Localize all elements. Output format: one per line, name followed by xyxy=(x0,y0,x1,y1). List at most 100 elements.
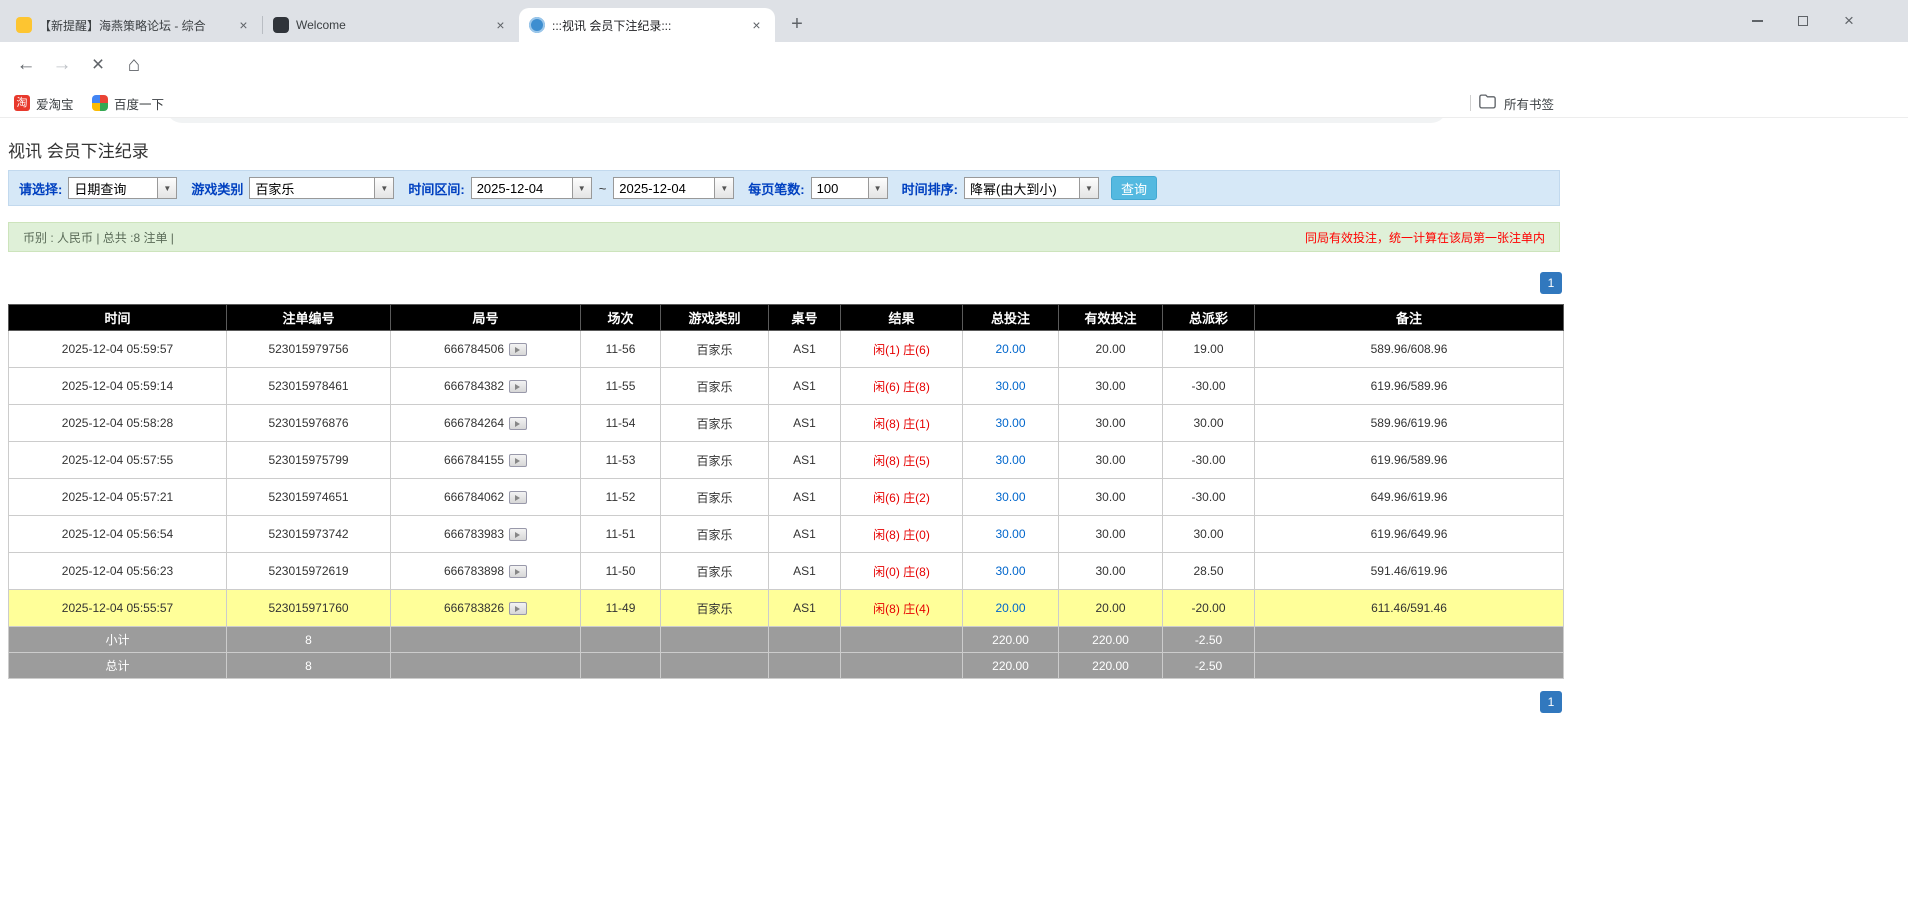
tab-welcome[interactable]: Welcome × xyxy=(263,8,519,42)
replay-video-icon[interactable] xyxy=(509,417,528,431)
cell-result: 闲(0) 庄(8) xyxy=(840,552,963,590)
cell-session: 11-56 xyxy=(580,330,661,368)
cell-bet-id: 523015979756 xyxy=(226,330,391,368)
bookmark-baidu[interactable]: 百度一下 xyxy=(92,88,164,118)
page-number-button-bottom[interactable]: 1 xyxy=(1540,691,1562,713)
result-text: 闲(8) 庄(5) xyxy=(873,453,930,468)
summary-cell xyxy=(580,626,661,653)
chevron-down-icon[interactable]: ▼ xyxy=(158,177,178,199)
round-number: 666783898 xyxy=(443,563,505,578)
cell-result: 闲(8) 庄(5) xyxy=(840,441,963,479)
bookmark-label: 爱淘宝 xyxy=(36,97,74,112)
subtotal-row: 小计 8 220.00 220.00 -2.50 xyxy=(8,626,1564,653)
cell-game-type: 百家乐 xyxy=(660,330,769,368)
summary-cell: 220.00 xyxy=(962,626,1059,653)
bet-row: 2025-12-04 05:57:21 523015974651 666784062… xyxy=(8,478,1564,516)
summary-cell xyxy=(390,626,581,653)
cell-payout: -30.00 xyxy=(1162,367,1255,405)
total-bet-link[interactable]: 30.00 xyxy=(995,490,1025,504)
home-button[interactable]: ⌂ xyxy=(116,47,152,83)
round-number: 666784382 xyxy=(443,378,505,393)
game-type-input[interactable] xyxy=(249,177,376,199)
cell-table-no: AS1 xyxy=(768,441,841,479)
result-text: 闲(0) 庄(8) xyxy=(873,564,930,579)
window-close-button[interactable]: × xyxy=(1826,0,1872,42)
total-bet-link[interactable]: 30.00 xyxy=(995,416,1025,430)
total-bet-link[interactable]: 30.00 xyxy=(995,379,1025,393)
select-type-label: 请选择: xyxy=(19,181,63,197)
window-controls: × xyxy=(1734,0,1872,42)
cell-time: 2025-12-04 05:56:54 xyxy=(8,515,227,553)
tab-title: :::视讯 会员下注纪录::: xyxy=(552,18,672,33)
stop-loading-button[interactable]: × xyxy=(80,47,116,83)
minimize-icon xyxy=(1751,20,1763,22)
new-tab-button[interactable]: + xyxy=(783,11,811,39)
chevron-down-icon[interactable]: ▼ xyxy=(572,177,592,199)
per-page-combobox: ▼ xyxy=(810,177,888,199)
chevron-down-icon[interactable]: ▼ xyxy=(375,177,395,199)
date-start-input[interactable] xyxy=(470,177,573,199)
summary-cell xyxy=(580,652,661,679)
total-bet-link[interactable]: 30.00 xyxy=(995,453,1025,467)
chevron-down-icon[interactable]: ▼ xyxy=(715,177,735,199)
replay-video-icon[interactable] xyxy=(509,454,528,468)
cell-valid-bet: 20.00 xyxy=(1058,589,1163,627)
date-end-input[interactable] xyxy=(613,177,716,199)
table-body: 2025-12-04 05:59:57 523015979756 666784506… xyxy=(8,330,1564,679)
globe-favicon-icon xyxy=(529,17,545,33)
cell-total-bet: 20.00 xyxy=(962,589,1059,627)
page-number-button-top[interactable]: 1 xyxy=(1540,272,1562,294)
total-bet-link[interactable]: 20.00 xyxy=(995,342,1025,356)
tab-close-icon[interactable]: × xyxy=(748,17,765,34)
bet-row: 2025-12-04 05:56:54 523015973742 666783983… xyxy=(8,515,1564,553)
total-bet-link[interactable]: 30.00 xyxy=(995,527,1025,541)
cell-time: 2025-12-04 05:57:55 xyxy=(8,441,227,479)
bookmark-taobao[interactable]: 淘 爱淘宝 xyxy=(14,88,74,118)
result-text: 闲(6) 庄(8) xyxy=(873,379,930,394)
summary-info-bar: 币别 : 人民币 | 总共 :8 注单 | 同局有效投注，统一计算在该局第一张注… xyxy=(8,222,1560,252)
total-bet-link[interactable]: 30.00 xyxy=(995,564,1025,578)
search-button[interactable]: 查询 xyxy=(1110,176,1157,200)
result-text: 闲(6) 庄(2) xyxy=(873,490,930,505)
summary-cell xyxy=(660,626,769,653)
cell-round: 666783898 xyxy=(390,552,581,590)
cell-result: 闲(6) 庄(2) xyxy=(840,478,963,516)
summary-cell: 8 xyxy=(226,652,391,679)
column-header: 桌号 xyxy=(768,304,841,331)
all-bookmarks-button[interactable]: 所有书签 xyxy=(1470,88,1554,118)
chevron-down-icon[interactable]: ▼ xyxy=(868,177,888,199)
replay-video-icon[interactable] xyxy=(509,528,528,542)
replay-video-icon[interactable] xyxy=(509,380,528,394)
summary-cell: 220.00 xyxy=(1058,652,1163,679)
back-button[interactable]: ← xyxy=(8,47,44,83)
cell-time: 2025-12-04 05:59:57 xyxy=(8,330,227,368)
tab-close-icon[interactable]: × xyxy=(235,17,252,34)
replay-video-icon[interactable] xyxy=(509,491,528,505)
tab-forum[interactable]: 【新提醒】海燕策略论坛 - 综合 × xyxy=(6,8,262,42)
cell-round: 666784155 xyxy=(390,441,581,479)
maximize-icon xyxy=(1798,16,1808,26)
cell-session: 11-54 xyxy=(580,404,661,442)
window-maximize-button[interactable] xyxy=(1780,0,1826,42)
replay-video-icon[interactable] xyxy=(509,565,528,579)
per-page-input[interactable] xyxy=(810,177,869,199)
column-header: 总派彩 xyxy=(1162,304,1255,331)
cell-time: 2025-12-04 05:59:14 xyxy=(8,367,227,405)
column-header: 总投注 xyxy=(962,304,1059,331)
window-minimize-button[interactable] xyxy=(1734,0,1780,42)
forward-button[interactable]: → xyxy=(44,47,80,83)
chevron-down-icon[interactable]: ▼ xyxy=(1079,177,1099,199)
cell-table-no: AS1 xyxy=(768,404,841,442)
replay-video-icon[interactable] xyxy=(509,343,528,357)
round-number: 666784506 xyxy=(443,341,505,356)
tab-title: Welcome xyxy=(296,18,346,32)
sort-order-input[interactable] xyxy=(963,177,1080,199)
replay-video-icon[interactable] xyxy=(509,602,528,616)
tab-close-icon[interactable]: × xyxy=(492,17,509,34)
total-bet-link[interactable]: 20.00 xyxy=(995,601,1025,615)
cell-result: 闲(8) 庄(0) xyxy=(840,515,963,553)
valid-bet-note-text: 同局有效投注，统一计算在该局第一张注单内 xyxy=(1304,230,1545,245)
cell-total-bet: 30.00 xyxy=(962,552,1059,590)
tab-bet-record-active[interactable]: :::视讯 会员下注纪录::: × xyxy=(519,8,775,42)
query-type-input[interactable] xyxy=(68,177,159,199)
